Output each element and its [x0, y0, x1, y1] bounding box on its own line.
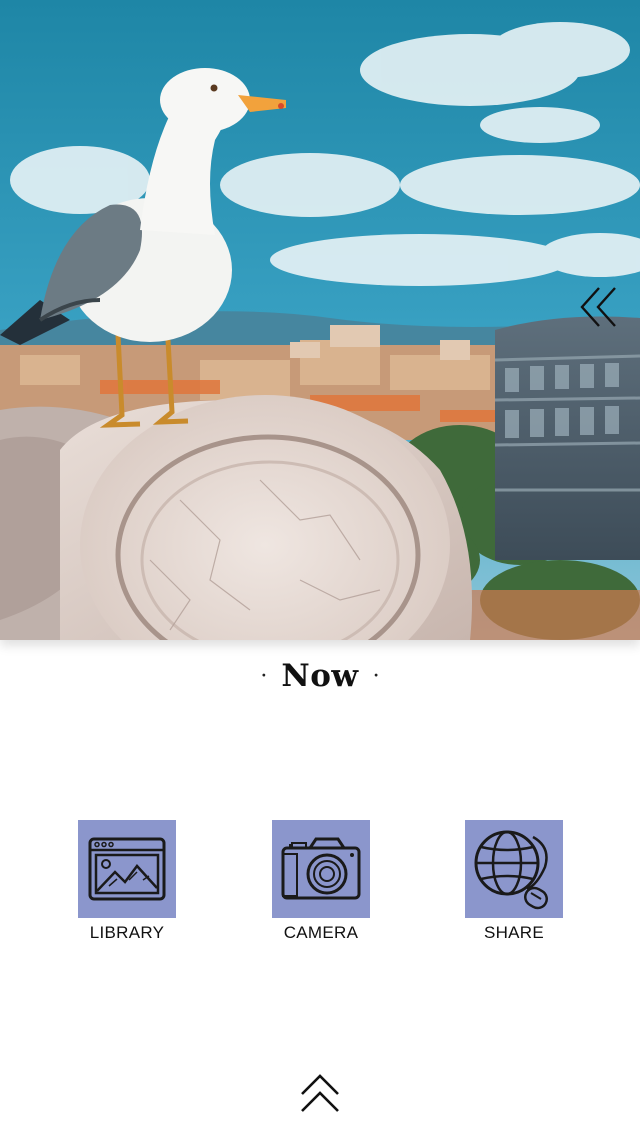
camera-button[interactable]: CAMERA — [256, 820, 386, 943]
library-tile[interactable] — [78, 820, 176, 918]
double-chevron-up-icon[interactable] — [298, 1072, 342, 1116]
share-tile[interactable] — [465, 820, 563, 918]
hero-photo — [0, 0, 640, 640]
camera-tile[interactable] — [272, 820, 370, 918]
globe-mouse-icon — [474, 830, 548, 910]
library-button[interactable]: LIBRARY — [62, 820, 192, 943]
share-label: SHARE — [483, 923, 545, 942]
camera-label: CAMERA — [283, 923, 359, 942]
camera-icon — [281, 837, 361, 900]
title-dot-left: · — [260, 663, 268, 689]
page-title-row: · Now · — [0, 652, 640, 700]
double-chevron-left-icon[interactable] — [578, 284, 624, 330]
library-label: LIBRARY — [89, 923, 165, 942]
title-dot-right: · — [372, 663, 380, 689]
gallery-picture-icon — [88, 837, 166, 901]
page-title: Now — [281, 658, 359, 694]
share-button[interactable]: SHARE — [449, 820, 579, 943]
seagull-photo — [0, 0, 640, 640]
